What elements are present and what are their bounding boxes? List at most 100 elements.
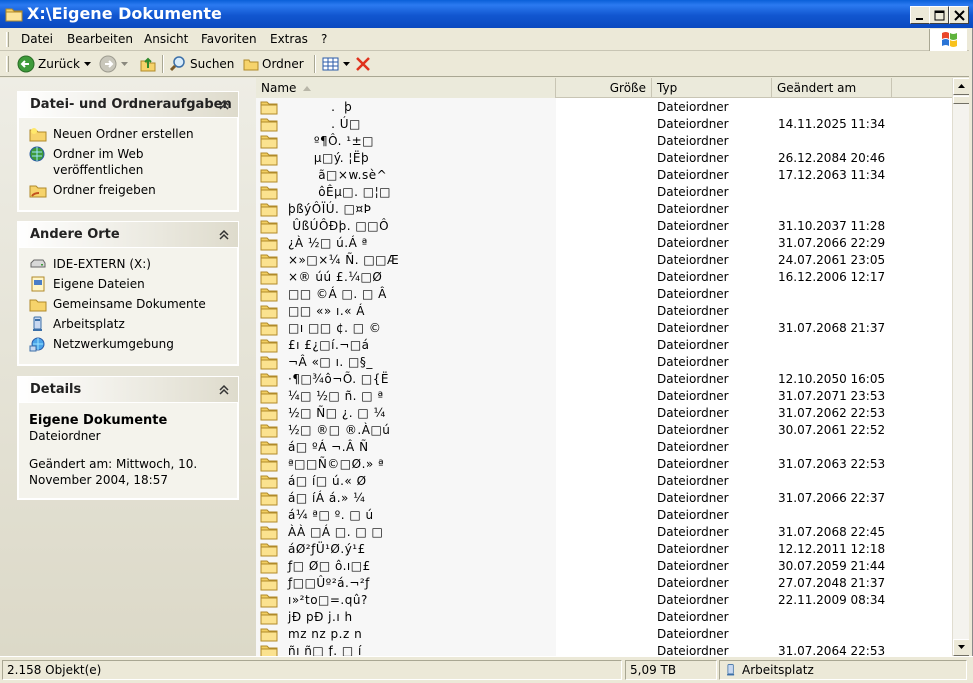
table-row[interactable]: ½□ ®□ ®.À□ú Dateiordner 30.07.2061 22:52 [256,422,952,439]
table-row[interactable]: ñı ñ□ ƒ. □ í Dateiordner 31.07.2064 22:53 [256,643,952,656]
table-row[interactable]: ôÊµ□. □¦□ Dateiordner [256,184,952,201]
task-new-folder[interactable]: Neuen Ordner erstellen [29,126,227,142]
task-publish-web[interactable]: Ordner im Web veröffentlichen [29,146,227,178]
task-label[interactable]: Ordner freigeben [53,182,156,198]
place-drive-x[interactable]: IDE-EXTERN (X:) [29,256,227,272]
place-my-computer[interactable]: Arbeitsplatz [29,316,227,332]
chevron-down-icon[interactable] [343,60,351,68]
table-row[interactable]: ƒ□ Ø□ ô.ı□£ Dateiordner 30.07.2059 21:44 [256,558,952,575]
table-row[interactable]: ×»□×¼ Ñ. □□Æ Dateiordner 24.07.2061 23:05 [256,252,952,269]
place-label[interactable]: Netzwerkumgebung [53,336,174,352]
scroll-down-button[interactable] [953,639,970,656]
windows-flag-icon [942,32,957,47]
table-row[interactable]: ã□×w.sè^ Dateiordner 17.12.2063 11:34 [256,167,952,184]
menu-help[interactable]: ? [321,32,327,46]
place-shared-documents[interactable]: Gemeinsame Dokumente [29,296,227,312]
file-date: 26.12.2084 20:46 [778,151,886,165]
column-header-type[interactable]: Typ [652,78,772,98]
file-date: 31.07.2062 22:53 [778,406,886,420]
collapse-chevron-icon[interactable] [216,97,232,113]
menu-extras[interactable]: Extras [270,32,308,46]
chevron-down-icon[interactable] [83,60,93,68]
file-date: 31.07.2068 22:45 [778,525,886,539]
up-folder-button[interactable] [139,54,157,74]
file-list[interactable]: Name Größe Typ Geändert am . þ Dateiordne… [256,78,952,656]
table-row[interactable]: □□ «» ı.« Á Dateiordner [256,303,952,320]
file-type: Dateiordner [657,508,729,522]
task-label[interactable]: Neuen Ordner erstellen [53,126,194,142]
scroll-thumb[interactable] [953,96,970,104]
views-button[interactable] [322,54,351,74]
table-row[interactable]: ¬Â «□ ı. □§_ Dateiordner [256,354,952,371]
menu-bearbeiten[interactable]: Bearbeiten [67,32,133,46]
column-header-size[interactable]: Größe [556,78,652,98]
table-row[interactable]: áØ²ƒÜ¹Ø.ý¹£ Dateiordner 12.12.2011 12:18 [256,541,952,558]
collapse-chevron-icon[interactable] [216,227,232,243]
task-share-folder[interactable]: Ordner freigeben [29,182,227,198]
table-row[interactable]: ·¶□¾ô¬Õ. □{Ë Dateiordner 12.10.2050 16:05 [256,371,952,388]
close-button[interactable] [949,6,969,24]
place-label[interactable]: Arbeitsplatz [53,316,125,332]
computer-icon [727,664,735,676]
minimize-button[interactable] [910,6,930,24]
folders-label: Ordner [262,57,304,71]
chevron-down-icon[interactable] [120,60,130,68]
table-row[interactable]: ª□□Ñ©□Ø.» ª Dateiordner 31.07.2063 22:53 [256,456,952,473]
table-row[interactable]: µ□ý. ¦Ëþ Dateiordner 26.12.2084 20:46 [256,150,952,167]
table-row[interactable]: □ı □□ ¢. □ © Dateiordner 31.07.2068 21:37 [256,320,952,337]
table-row[interactable]: . Ú□ Dateiordner 14.11.2025 11:34 [256,116,952,133]
table-row[interactable]: ¿À ½□ ú.Á ª Dateiordner 31.07.2066 22:29 [256,235,952,252]
column-header-date[interactable]: Geändert am [772,78,892,98]
place-network[interactable]: Netzwerkumgebung [29,336,227,352]
table-row[interactable]: ¼□ ½□ ñ. □ ª Dateiordner 31.07.2071 23:53 [256,388,952,405]
file-name: ×® úú £.¼□Ø [288,270,383,284]
folders-button[interactable]: Ordner [243,54,304,74]
file-type: Dateiordner [657,627,729,641]
table-row[interactable]: ½□ Ñ□ ¿. □ ¼ Dateiordner 31.07.2062 22:53 [256,405,952,422]
collapse-chevron-icon[interactable] [216,382,232,398]
forward-button[interactable] [99,54,130,74]
table-row[interactable]: □□ ©Á □. □ Â Dateiordner [256,286,952,303]
menu-ansicht[interactable]: Ansicht [144,32,188,46]
maximize-button[interactable] [929,6,949,24]
menu-favoriten[interactable]: Favoriten [201,32,257,46]
column-header-name[interactable]: Name [256,78,556,98]
panel-header[interactable]: Andere Orte [18,222,238,247]
panel-header[interactable]: Datei- und Ordneraufgaben [18,92,238,117]
table-row[interactable]: á□ ºÁ ¬.Â Ñ Dateiordner [256,439,952,456]
drive-icon [30,259,46,268]
scroll-up-button[interactable] [953,78,970,95]
file-folder-tasks-panel: Datei- und Ordneraufgaben Neuen Ordner e… [17,91,239,212]
menu-datei[interactable]: Datei [21,32,53,46]
table-row[interactable]: ı»²to□=.qû? Dateiordner 22.11.2009 08:34 [256,592,952,609]
table-row[interactable]: ×® úú £.¼□Ø Dateiordner 16.12.2006 12:17 [256,269,952,286]
table-row[interactable]: ÀÀ □Á □. □ □ Dateiordner 31.07.2068 22:45 [256,524,952,541]
table-row[interactable]: jÐ pÐ j.ı h Dateiordner [256,609,952,626]
table-row[interactable]: £ı £¿□í.¬□á Dateiordner [256,337,952,354]
folder-icon [5,6,23,25]
table-row[interactable]: á□ í□ ú.« Ø Dateiordner [256,473,952,490]
panel-header[interactable]: Details [18,377,238,402]
search-button[interactable]: Suchen [169,54,234,74]
task-label[interactable]: Ordner im Web veröffentlichen [53,146,227,178]
title-bar[interactable]: X:\Eigene Dokumente [0,0,973,28]
place-label[interactable]: IDE-EXTERN (X:) [53,256,151,272]
delete-button[interactable] [355,54,371,74]
minimize-icon [916,18,923,20]
table-row[interactable]: º¶Ô. ¹±□ Dateiordner [256,133,952,150]
place-label[interactable]: Gemeinsame Dokumente [53,296,206,312]
table-row[interactable]: á□ íÁ á.» ¼ Dateiordner 31.07.2066 22:37 [256,490,952,507]
table-row[interactable]: . þ Dateiordner [256,99,952,116]
file-date: 27.07.2048 21:37 [778,576,886,590]
back-button[interactable]: Zurück [17,54,93,74]
table-row[interactable]: mz nz p.z n Dateiordner [256,626,952,643]
folder-icon [260,644,278,656]
vertical-scrollbar[interactable] [952,78,970,656]
place-label[interactable]: Eigene Dateien [53,276,145,292]
table-row[interactable]: þßýÔÏÚ. □¤Þ Dateiordner [256,201,952,218]
place-my-documents[interactable]: Eigene Dateien [29,276,227,292]
table-row[interactable]: á¼ ª□ º. □ ú Dateiordner [256,507,952,524]
file-date: 12.10.2050 16:05 [778,372,886,386]
table-row[interactable]: ƒ□□Ûº²á.¬²ƒ Dateiordner 27.07.2048 21:37 [256,575,952,592]
table-row[interactable]: ÛßÚÔÐþ. □□Ô Dateiordner 31.10.2037 11:28 [256,218,952,235]
